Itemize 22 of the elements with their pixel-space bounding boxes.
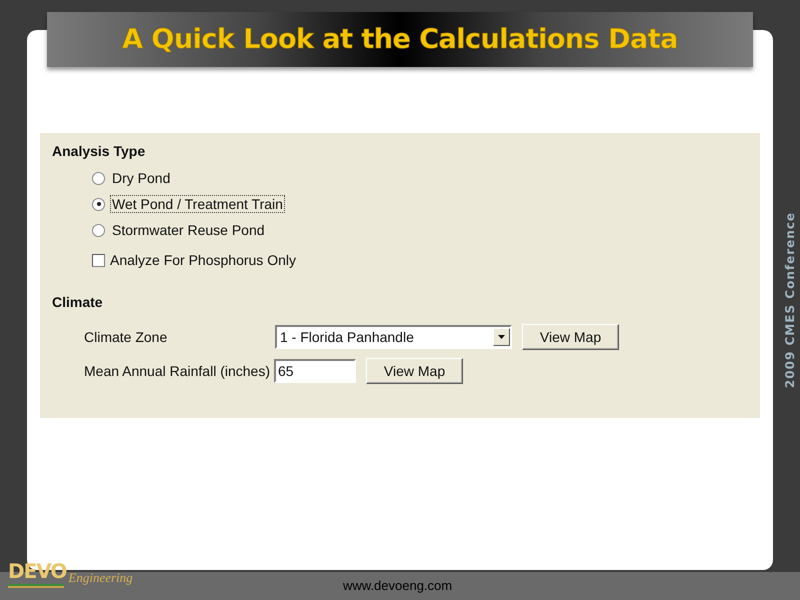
slide-title: A Quick Look at the Calculations Data: [47, 12, 753, 67]
radio-label[interactable]: Stormwater Reuse Pond: [110, 221, 267, 239]
climate-zone-dropdown[interactable]: 1 - Florida Panhandle: [275, 325, 512, 349]
radio-button[interactable]: [92, 172, 105, 184]
rainfall-field[interactable]: 65: [274, 359, 356, 383]
caret-icon: [498, 335, 505, 339]
checkbox[interactable]: [92, 254, 105, 266]
radio-button[interactable]: [92, 198, 105, 210]
checkbox-label[interactable]: Analyze For Phosphorus Only: [110, 252, 296, 268]
website-url: www.devoeng.com: [343, 578, 452, 593]
view-map-button[interactable]: View Map: [366, 358, 463, 384]
logo-stripe: [8, 584, 64, 588]
field-label: Climate Zone: [84, 329, 168, 345]
radio-label[interactable]: Wet Pond / Treatment Train: [110, 195, 285, 213]
radio-label[interactable]: Dry Pond: [110, 169, 172, 187]
view-map-button[interactable]: View Map: [522, 324, 619, 350]
logo-script: Engineering: [68, 570, 133, 586]
radio-button[interactable]: [92, 224, 105, 236]
section-heading: Climate: [52, 294, 103, 312]
field-label: Mean Annual Rainfall (inches): [84, 363, 270, 379]
section-heading: Analysis Type: [52, 143, 146, 161]
conference-caption: 2009 CMES Conference: [783, 212, 797, 388]
